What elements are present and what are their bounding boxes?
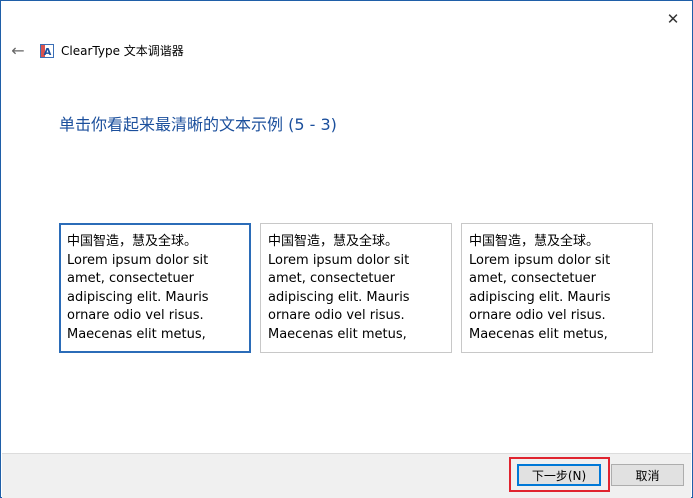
text-sample-2[interactable]: 中国智造，慧及全球。 Lorem ipsum dolor sit amet, c… (260, 223, 452, 353)
back-arrow-icon[interactable]: ← (7, 39, 29, 61)
cleartype-window: ✕ ← A ClearType 文本调谐器 单击你看起来最清晰的文本示例 (5 … (0, 0, 693, 498)
sample-text: 中国智造，慧及全球。 Lorem ipsum dolor sit amet, c… (268, 234, 410, 342)
app-title: ClearType 文本调谐器 (61, 43, 184, 58)
next-button[interactable]: 下一步(N) (517, 464, 601, 486)
text-samples: 中国智造，慧及全球。 Lorem ipsum dolor sit amet, c… (59, 223, 655, 353)
close-icon[interactable]: ✕ (660, 7, 686, 31)
sample-text: 中国智造，慧及全球。 Lorem ipsum dolor sit amet, c… (67, 234, 209, 342)
cancel-button[interactable]: 取消 (611, 464, 684, 486)
text-sample-1[interactable]: 中国智造，慧及全球。 Lorem ipsum dolor sit amet, c… (59, 223, 251, 353)
header: ← A ClearType 文本调谐器 (7, 37, 652, 63)
app-icon-letter: A (44, 47, 52, 58)
cleartype-app-icon: A (40, 43, 54, 58)
text-sample-3[interactable]: 中国智造，慧及全球。 Lorem ipsum dolor sit amet, c… (461, 223, 653, 353)
sample-text: 中国智造，慧及全球。 Lorem ipsum dolor sit amet, c… (469, 234, 611, 342)
footer-bar: 下一步(N) 取消 (2, 453, 691, 498)
page-instruction: 单击你看起来最清晰的文本示例 (5 - 3) (59, 115, 337, 134)
